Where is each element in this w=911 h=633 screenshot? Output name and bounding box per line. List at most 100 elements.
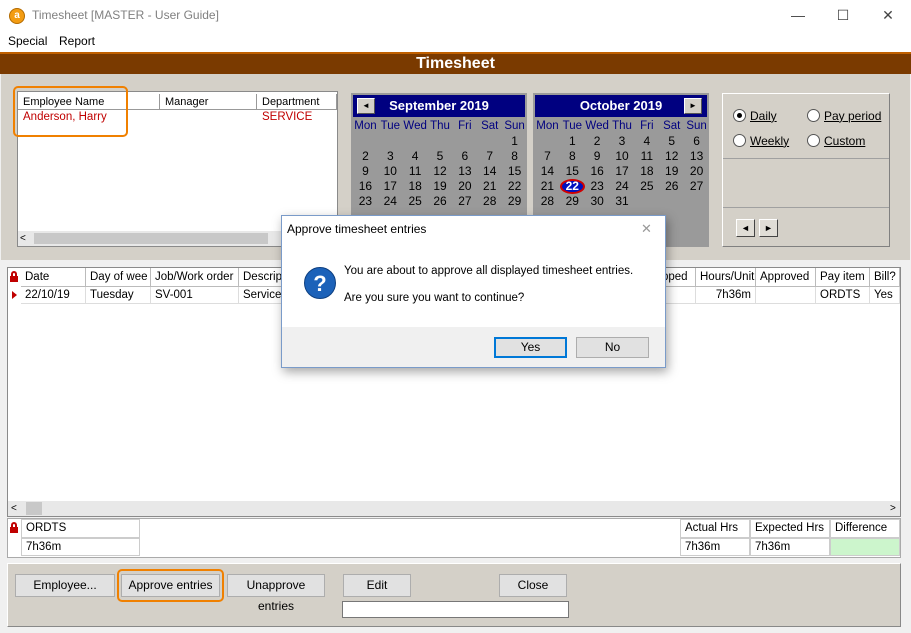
edit-button[interactable]: Edit <box>343 574 411 597</box>
cell-bill[interactable]: Yes <box>870 287 900 304</box>
calendar-day[interactable]: 22 <box>502 179 527 194</box>
calendar-day[interactable]: 28 <box>535 194 560 209</box>
calendar-day[interactable]: 11 <box>403 164 428 179</box>
calendar-day[interactable]: 8 <box>560 149 585 164</box>
dialog-close-icon[interactable]: ✕ <box>641 221 652 237</box>
calendar-day[interactable]: 21 <box>535 179 560 194</box>
calendar-day[interactable]: 10 <box>378 164 403 179</box>
calendar-day[interactable]: 31 <box>610 194 635 209</box>
calendar-day[interactable]: 24 <box>610 179 635 194</box>
calendar-day[interactable]: 23 <box>585 179 610 194</box>
calendar-day[interactable]: 29 <box>502 194 527 209</box>
calendar-day[interactable]: 30 <box>585 194 610 209</box>
radio-daily-indicator[interactable] <box>733 109 746 123</box>
cell-pay-item[interactable]: ORDTS <box>816 287 870 304</box>
scroll-thumb[interactable] <box>34 233 268 244</box>
cell-job[interactable]: SV-001 <box>151 287 239 304</box>
menu-report[interactable]: Report <box>59 34 95 48</box>
column-date[interactable]: Date <box>21 268 86 287</box>
calendar-day[interactable]: 1 <box>560 134 585 149</box>
calendar-day[interactable]: 7 <box>535 149 560 164</box>
calendar-day[interactable]: 15 <box>502 164 527 179</box>
cell-day[interactable]: Tuesday <box>86 287 151 304</box>
scroll-right-icon[interactable]: > <box>890 501 896 516</box>
column-hours-unit[interactable]: Hours/Unit <box>696 268 756 287</box>
cell-approved[interactable] <box>756 287 816 304</box>
close-icon[interactable]: ✕ <box>865 0 911 32</box>
unapprove-entries-button[interactable]: Unapprove entries <box>227 574 325 613</box>
maximize-icon[interactable]: ☐ <box>820 0 866 32</box>
cell-date[interactable]: 22/10/19 <box>21 287 86 304</box>
calendar-day[interactable]: 26 <box>659 179 684 194</box>
calendar-prev-icon[interactable]: ◄ <box>357 98 375 114</box>
period-next-icon[interactable]: ► <box>759 219 778 237</box>
column-pay-item[interactable]: Pay item <box>816 268 870 287</box>
radio-custom-indicator[interactable] <box>807 134 820 148</box>
calendar-day[interactable]: 29 <box>560 194 585 209</box>
calendar-day[interactable]: 14 <box>535 164 560 179</box>
radio-custom[interactable]: Custom <box>807 133 865 148</box>
calendar-day[interactable]: 19 <box>428 179 453 194</box>
column-day-of-week[interactable]: Day of wee <box>86 268 151 287</box>
calendar-day[interactable]: 2 <box>353 149 378 164</box>
cell-hours[interactable]: 7h36m <box>696 287 756 304</box>
scroll-thumb[interactable] <box>26 502 42 515</box>
grid-scrollbar[interactable]: < > <box>8 501 900 516</box>
calendar-day[interactable]: 18 <box>403 179 428 194</box>
yes-button[interactable]: Yes <box>494 337 567 358</box>
column-manager[interactable]: Manager <box>160 94 257 110</box>
calendar-day[interactable]: 27 <box>684 179 709 194</box>
calendar-day[interactable]: 5 <box>428 149 453 164</box>
calendar-day[interactable]: 20 <box>684 164 709 179</box>
scroll-left-icon[interactable]: < <box>11 501 17 516</box>
scroll-left-icon[interactable]: < <box>20 231 26 246</box>
calendar-day[interactable]: 23 <box>353 194 378 209</box>
calendar-day[interactable]: 16 <box>585 164 610 179</box>
radio-pay-period-indicator[interactable] <box>807 109 820 123</box>
calendar-day[interactable]: 13 <box>684 149 709 164</box>
calendar-day[interactable]: 17 <box>378 179 403 194</box>
calendar-day[interactable]: 5 <box>659 134 684 149</box>
calendar-day[interactable]: 24 <box>378 194 403 209</box>
calendar-day[interactable]: 4 <box>634 134 659 149</box>
employee-department-cell[interactable]: SERVICE <box>262 111 312 123</box>
radio-weekly[interactable]: Weekly <box>733 133 789 148</box>
calendar-day[interactable]: 3 <box>378 149 403 164</box>
calendar-day[interactable]: 25 <box>634 179 659 194</box>
calendar-day[interactable]: 20 <box>452 179 477 194</box>
column-job-work-order[interactable]: Job/Work order <box>151 268 239 287</box>
calendar-day[interactable]: 19 <box>659 164 684 179</box>
calendar-day[interactable]: 6 <box>452 149 477 164</box>
calendar-day[interactable]: 9 <box>585 149 610 164</box>
calendar-day[interactable]: 14 <box>477 164 502 179</box>
menu-special[interactable]: Special <box>8 34 47 48</box>
calendar-day[interactable]: 8 <box>502 149 527 164</box>
column-bill[interactable]: Bill? <box>870 268 900 287</box>
calendar-day[interactable]: 15 <box>560 164 585 179</box>
column-department[interactable]: Department <box>257 94 337 110</box>
calendar-day[interactable]: 7 <box>477 149 502 164</box>
radio-daily[interactable]: Daily <box>733 108 777 123</box>
calendar-day[interactable]: 27 <box>452 194 477 209</box>
calendar-day[interactable]: 28 <box>477 194 502 209</box>
radio-pay-period[interactable]: Pay period <box>807 108 881 123</box>
column-approved[interactable]: Approved <box>756 268 816 287</box>
calendar-day[interactable]: 21 <box>477 179 502 194</box>
calendar-day[interactable]: 3 <box>610 134 635 149</box>
calendar-day[interactable]: 13 <box>452 164 477 179</box>
employee-button[interactable]: Employee... <box>15 574 115 597</box>
calendar-day[interactable]: 12 <box>428 164 453 179</box>
calendar-day[interactable]: 10 <box>610 149 635 164</box>
calendar-day[interactable]: 6 <box>684 134 709 149</box>
calendar-next-icon[interactable]: ► <box>684 98 702 114</box>
calendar-day[interactable]: 25 <box>403 194 428 209</box>
close-button[interactable]: Close <box>499 574 567 597</box>
calendar-day[interactable]: 22 <box>559 179 585 194</box>
minimize-icon[interactable]: — <box>775 0 821 32</box>
period-prev-icon[interactable]: ◄ <box>736 219 755 237</box>
radio-weekly-indicator[interactable] <box>733 134 746 148</box>
calendar-day[interactable]: 2 <box>585 134 610 149</box>
calendar-day[interactable]: 16 <box>353 179 378 194</box>
calendar-day[interactable]: 17 <box>610 164 635 179</box>
calendar-day[interactable]: 4 <box>403 149 428 164</box>
